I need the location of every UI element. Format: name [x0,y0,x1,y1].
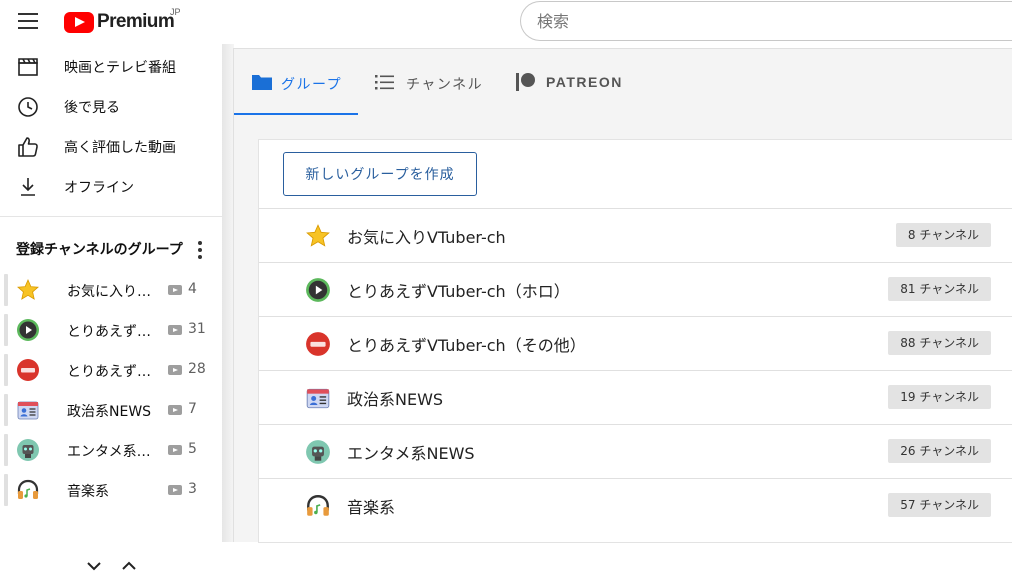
channel-count-badge: 81 チャンネル [888,277,991,301]
group-count: 28 [188,361,206,377]
vlog-icon [17,359,39,381]
tab-groups[interactable]: グループ [234,49,358,115]
country-code: JP [170,7,181,17]
active-tab-indicator [234,113,358,115]
youtube-play-logo-icon [64,11,94,33]
group-indicator-bar [4,314,8,346]
sidebar: 映画とテレビ番組 後で見る 高く評価した動画 オフライン 登録チャンネルのグルー… [0,44,222,571]
robot-icon [17,439,39,461]
sidebar-item-movies-tv[interactable]: 映画とテレビ番組 [0,46,222,86]
clapperboard-icon [18,58,38,76]
sidebar-group-item[interactable]: とりあえずVTuber-ch（その他） 28 [0,351,222,389]
list-icon [375,75,394,90]
sidebar-item-liked-videos[interactable]: 高く評価した動画 [0,126,222,166]
group-name: 政治系NEWS [67,404,152,420]
channel-count-icon [168,285,182,295]
play-circle-icon [306,278,330,302]
group-name: お気に入りVTuber-ch [67,284,159,300]
clock-icon [18,97,38,117]
sidebar-item-label: 後で見る [64,100,120,116]
group-name: とりあえずVTuber-ch（ホロ） [67,324,159,340]
group-name: お気に入りVTuber-ch [347,228,506,247]
group-row[interactable]: とりあえずVTuber-ch（ホロ） 81 チャンネル [259,262,1012,316]
group-count: 5 [188,441,197,457]
headphones-icon [307,495,329,516]
chevron-down-icon[interactable] [86,560,102,572]
group-name: とりあえずVTuber-ch（ホロ） [347,282,570,301]
group-name: とりあえずVTuber-ch（その他） [347,336,586,355]
play-circle-icon [17,319,39,341]
top-header: Premium JP [0,0,1012,44]
group-indicator-bar [4,474,8,506]
group-count: 31 [188,321,206,337]
tab-label: グループ [281,77,343,93]
group-name: とりあえずVTuber-ch（その他） [67,364,159,380]
patreon-icon [516,73,535,91]
youtube-premium-logo[interactable]: Premium JP [64,7,181,35]
group-indicator-bar [4,354,8,386]
group-row[interactable]: お気に入りVTuber-ch 8 チャンネル [259,208,1012,262]
sidebar-item-offline[interactable]: オフライン [0,166,222,206]
chevron-up-icon[interactable] [121,560,137,572]
group-name: 音楽系 [347,498,396,517]
star-icon [306,224,330,247]
group-name: 音楽系 [67,484,109,500]
sidebar-group-item[interactable]: 音楽系 3 [0,471,222,509]
channel-count-icon [168,365,182,375]
sidebar-group-item[interactable]: お気に入りVTuber-ch 4 [0,271,222,309]
vlog-icon [306,332,330,356]
folder-icon [252,75,272,90]
sidebar-group-item[interactable]: 政治系NEWS 7 [0,391,222,429]
id-badge-icon [17,401,39,420]
group-indicator-bar [4,274,8,306]
channel-count-icon [168,485,182,495]
tab-channels[interactable]: チャンネル [358,49,488,115]
create-group-button[interactable]: 新しいグループを作成 [283,152,477,196]
more-options-icon[interactable] [194,240,206,262]
groups-section-title: 登録チャンネルのグループ [16,242,183,258]
sidebar-item-label: 映画とテレビ番組 [64,60,176,76]
sidebar-item-label: オフライン [64,180,134,196]
group-row[interactable]: 政治系NEWS 19 チャンネル [259,370,1012,424]
headphones-icon [17,479,39,499]
group-count: 7 [188,401,197,417]
sidebar-divider [0,216,222,217]
tab-patreon[interactable]: PATREON [502,49,632,115]
group-row[interactable]: とりあえずVTuber-ch（その他） 88 チャンネル [259,316,1012,370]
star-icon [17,279,39,300]
sidebar-group-item[interactable]: エンタメ系NEWS 5 [0,431,222,469]
robot-icon [306,440,330,464]
channel-count-badge: 19 チャンネル [888,385,991,409]
group-row[interactable]: 音楽系 57 チャンネル [259,478,1012,532]
channel-count-icon [168,405,182,415]
search-input[interactable] [520,1,1012,41]
tab-label: PATREON [546,74,623,90]
groups-card: 新しいグループを作成 お気に入りVTuber-ch 8 チャンネル とりあえずV… [258,139,1012,543]
hamburger-menu-icon[interactable] [14,9,42,33]
id-badge-icon [306,388,330,409]
tab-bar: グループ チャンネル PATREON [234,49,1012,115]
channel-count-badge: 88 チャンネル [888,331,991,355]
groups-panel: グループ チャンネル PATREON 新しいグループを作成 お気に入りVTube… [233,48,1012,543]
channel-count-icon [168,445,182,455]
group-row[interactable]: エンタメ系NEWS 26 チャンネル [259,424,1012,478]
group-name: 政治系NEWS [347,390,444,409]
group-indicator-bar [4,394,8,426]
group-indicator-bar [4,434,8,466]
channel-count-badge: 26 チャンネル [888,439,991,463]
group-count: 3 [188,481,197,497]
group-name: エンタメ系NEWS [67,444,159,460]
logo-text: Premium [97,11,175,32]
download-icon [21,178,35,196]
thumbs-up-icon [18,137,38,157]
sidebar-item-label: 高く評価した動画 [64,140,176,156]
tab-label: チャンネル [406,77,484,93]
sidebar-item-watch-later[interactable]: 後で見る [0,86,222,126]
sidebar-group-item[interactable]: とりあえずVTuber-ch（ホロ） 31 [0,311,222,349]
group-count: 4 [188,281,197,297]
group-name: エンタメ系NEWS [347,444,475,463]
channel-count-icon [168,325,182,335]
channel-count-badge: 8 チャンネル [895,223,991,247]
channel-count-badge: 57 チャンネル [888,493,991,517]
